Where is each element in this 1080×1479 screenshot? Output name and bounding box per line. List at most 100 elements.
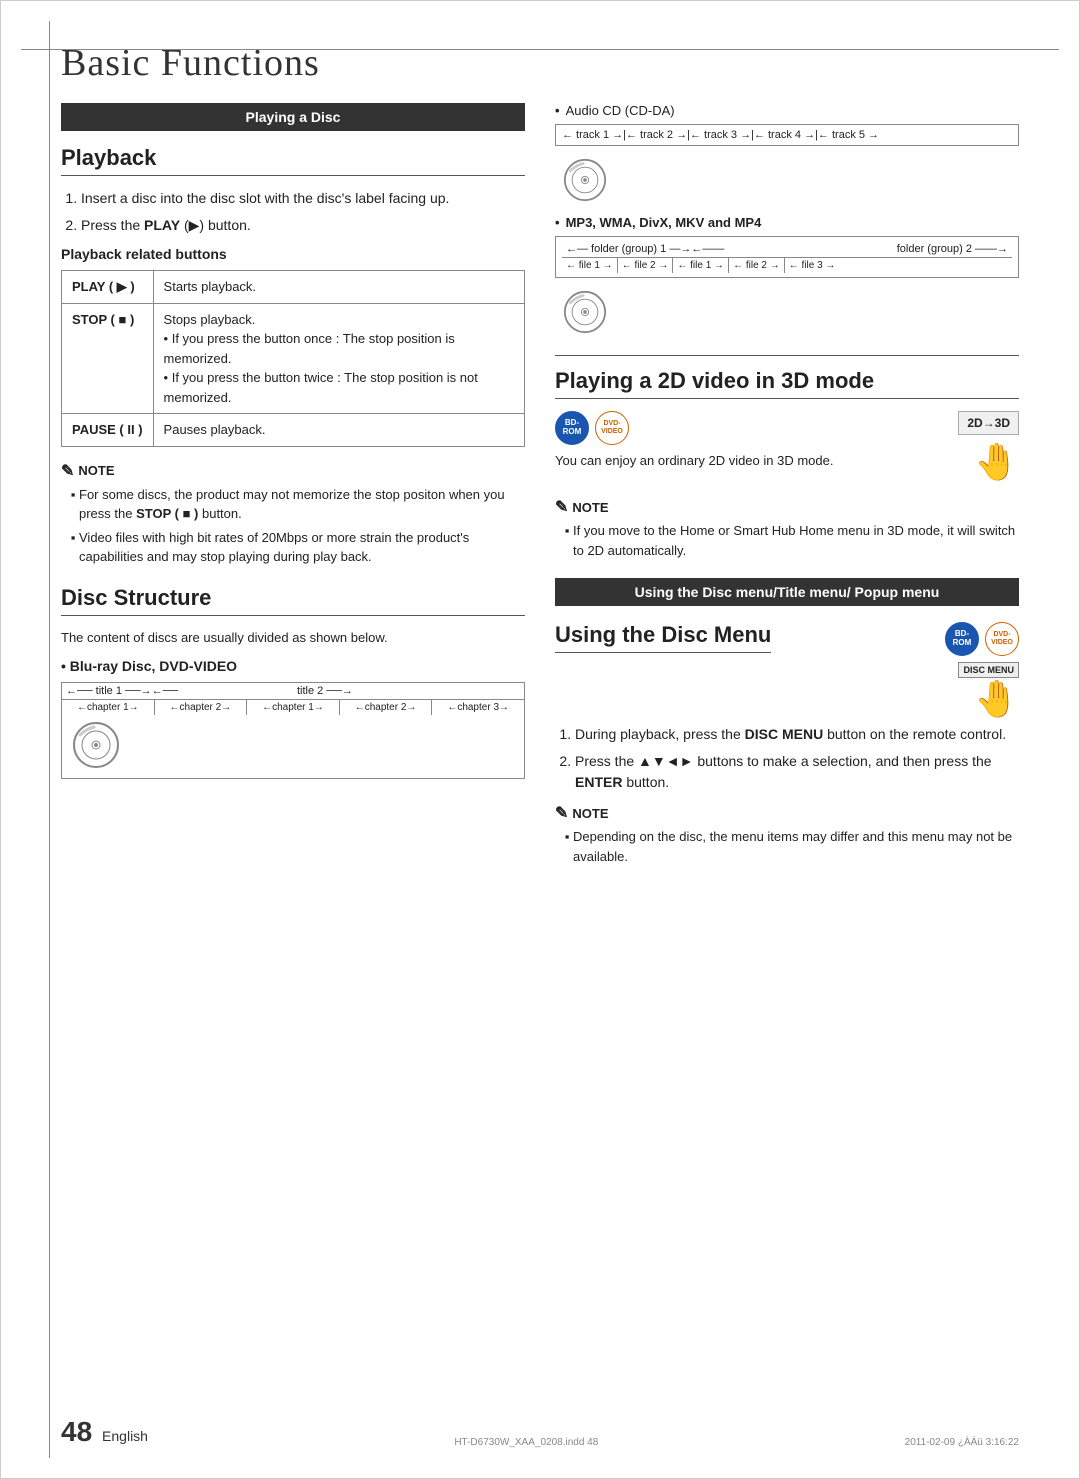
title-1-cell: ←── title 1 ──→←──: [62, 683, 293, 699]
note-box-disc: ✎ NOTE Depending on the disc, the menu i…: [555, 803, 1019, 866]
step-1: Insert a disc into the disc slot with th…: [81, 188, 525, 209]
right-column: • Audio CD (CD-DA) ← track 1 →|← track 2…: [555, 103, 1019, 876]
page: Basic Functions Playing a Disc Playback …: [0, 0, 1080, 1479]
hand-icon-disc: 🤚: [974, 678, 1019, 720]
disc-menu-band: Using the Disc menu/Title menu/ Popup me…: [555, 578, 1019, 606]
2d-3d-section-title: Playing a 2D video in 3D mode: [555, 368, 1019, 399]
cd-icon-area: [555, 154, 1019, 215]
bd-rom-badge: BD-ROM: [555, 411, 589, 445]
hand-icon: 🤚: [974, 441, 1019, 483]
playback-section-title: Playback: [61, 145, 525, 176]
blu-ray-label: • Blu-ray Disc, DVD-VIDEO: [61, 658, 525, 674]
disc-hand-area: 🤚: [945, 678, 1019, 724]
track-row: ← track 1 →|← track 2 →|← track 3 →|← tr…: [562, 129, 1012, 141]
badge-row-disc: BD-ROM DVD-VIDEO: [945, 622, 1019, 656]
note-title-1: ✎ NOTE: [61, 461, 525, 481]
disc-structure-body: The content of discs are usually divided…: [61, 628, 525, 649]
track-diagram: ← track 1 →|← track 2 →|← track 3 →|← tr…: [555, 124, 1019, 146]
2d3d-body-area: BD-ROM DVD-VIDEO You can enjoy an ordina…: [555, 411, 833, 480]
file-cell: ← file 2 →: [618, 258, 674, 273]
step-1: During playback, press the DISC MENU but…: [575, 724, 1019, 745]
table-row: STOP ( ■ ) Stops playback. • If you pres…: [62, 303, 525, 414]
diagram-titles: ←── title 1 ──→←── title 2 ──→: [62, 683, 524, 700]
badge-row-2d3d: BD-ROM DVD-VIDEO: [555, 411, 833, 445]
button-label: PLAY ( ▶ ): [62, 271, 154, 304]
playback-buttons-title: Playback related buttons: [61, 246, 525, 262]
button-label: PAUSE ( II ): [62, 414, 154, 447]
footer-date: 2011-02-09 ¿ÀÀü 3:16:22: [905, 1437, 1019, 1448]
chapter-cell: ←chapter 1→: [62, 700, 155, 715]
note-title-2d3d: ✎ NOTE: [555, 497, 1019, 517]
diagram-bottom: ←chapter 1→ ←chapter 2→ ←chapter 1→ ←cha…: [62, 700, 524, 715]
2d3d-header-area: BD-ROM DVD-VIDEO You can enjoy an ordina…: [555, 411, 1019, 487]
playback-steps: Insert a disc into the disc slot with th…: [61, 188, 525, 236]
page-number-area: 48 English: [61, 1416, 148, 1448]
hand-area: 🤚: [958, 441, 1019, 487]
chapters-cells: ←chapter 1→ ←chapter 2→ ←chapter 1→ ←cha…: [62, 700, 524, 715]
folder-bottom: ← file 1 → ← file 2 → ← file 1 → ← file …: [562, 258, 1012, 273]
folder-diagram: ←— folder (group) 1 —→←—— folder (group)…: [555, 236, 1019, 278]
using-disc-title-area: Using the Disc Menu: [555, 622, 771, 665]
mp3-svg: [563, 290, 607, 334]
step-2: Press the PLAY (▶) button.: [81, 215, 525, 236]
page-language: English: [102, 1428, 148, 1444]
dvd-video-badge-2: DVD-VIDEO: [985, 622, 1019, 656]
section-divider: [555, 355, 1019, 356]
file-cell: ← file 3 →: [785, 258, 840, 273]
2d3d-body: You can enjoy an ordinary 2D video in 3D…: [555, 451, 833, 472]
page-footer: 48 English HT-D6730W_XAA_0208.indd 48 20…: [1, 1416, 1079, 1448]
button-desc: Pauses playback.: [153, 414, 524, 447]
dvd-video-badge: DVD-VIDEO: [595, 411, 629, 445]
button-label: STOP ( ■ ): [62, 303, 154, 414]
using-disc-title: Using the Disc Menu: [555, 622, 771, 653]
footer-filename: HT-D6730W_XAA_0208.indd 48: [454, 1437, 598, 1448]
main-content: Playing a Disc Playback Insert a disc in…: [61, 103, 1019, 876]
button-desc: Starts playback.: [153, 271, 524, 304]
page-title: Basic Functions: [61, 41, 1019, 85]
mp3-header: • MP3, WMA, DivX, MKV and MP4: [555, 215, 1019, 230]
cd-svg: [563, 158, 607, 202]
note-box-1: ✎ NOTE For some discs, the product may n…: [61, 461, 525, 567]
file-cell: ← file 1 →: [562, 258, 618, 273]
table-row: PAUSE ( II ) Pauses playback.: [62, 414, 525, 447]
chapter-cell: ←chapter 1→: [247, 700, 340, 715]
playback-table: PLAY ( ▶ ) Starts playback. STOP ( ■ ) S…: [61, 270, 525, 447]
file-cell: ← file 1 →: [673, 258, 729, 273]
left-border: [49, 21, 50, 1458]
disc-menu-label-area: DISC MENU: [945, 660, 1019, 678]
button-desc: Stops playback. • If you press the butto…: [153, 303, 524, 414]
file-cell: ← file 2 →: [729, 258, 785, 273]
chapters-row: ←chapter 1→ ←chapter 2→ ←chapter 1→ ←cha…: [62, 700, 524, 715]
using-disc-header: Using the Disc Menu BD-ROM DVD-VIDEO: [555, 622, 1019, 724]
note-list-2d3d: If you move to the Home or Smart Hub Hom…: [555, 521, 1019, 560]
note-item: If you move to the Home or Smart Hub Hom…: [573, 521, 1019, 560]
disc-structure-title: Disc Structure: [61, 585, 525, 616]
chapter-cell: ←chapter 2→: [340, 700, 433, 715]
using-disc-section: Using the Disc Menu BD-ROM DVD-VIDEO: [555, 622, 1019, 866]
chapter-cell: ←chapter 3→: [432, 700, 524, 715]
mp3-icon-area: [555, 286, 1019, 347]
2d3d-right: 2D→3D 🤚: [958, 411, 1019, 487]
left-column: Playing a Disc Playback Insert a disc in…: [61, 103, 525, 876]
page-number: 48: [61, 1416, 92, 1447]
note-title-disc: ✎ NOTE: [555, 803, 1019, 823]
folder-top: ←— folder (group) 1 —→←—— folder (group)…: [562, 241, 1012, 258]
step-2: Press the ▲▼◄► buttons to make a selecti…: [575, 751, 1019, 793]
note-box-2d3d: ✎ NOTE If you move to the Home or Smart …: [555, 497, 1019, 560]
note-item: Depending on the disc, the menu items ma…: [573, 827, 1019, 866]
playing-disc-band: Playing a Disc: [61, 103, 525, 131]
bd-rom-badge-2: BD-ROM: [945, 622, 979, 656]
disc-icon-area: [62, 715, 524, 778]
note-list-disc: Depending on the disc, the menu items ma…: [555, 827, 1019, 866]
note-list-1: For some discs, the product may not memo…: [61, 485, 525, 567]
chapter-cell: ←chapter 2→: [155, 700, 248, 715]
mode-box: 2D→3D: [958, 411, 1019, 435]
disc-svg: [72, 721, 120, 769]
top-border: [21, 49, 1059, 50]
note-icon-1: ✎: [61, 461, 74, 481]
disc-menu-steps: During playback, press the DISC MENU but…: [555, 724, 1019, 793]
note-item: For some discs, the product may not memo…: [79, 485, 525, 524]
using-disc-badges: BD-ROM DVD-VIDEO DISC MENU 🤚: [945, 622, 1019, 724]
blu-ray-diagram: ←── title 1 ──→←── title 2 ──→ ←chapter …: [61, 682, 525, 779]
table-row: PLAY ( ▶ ) Starts playback.: [62, 271, 525, 304]
